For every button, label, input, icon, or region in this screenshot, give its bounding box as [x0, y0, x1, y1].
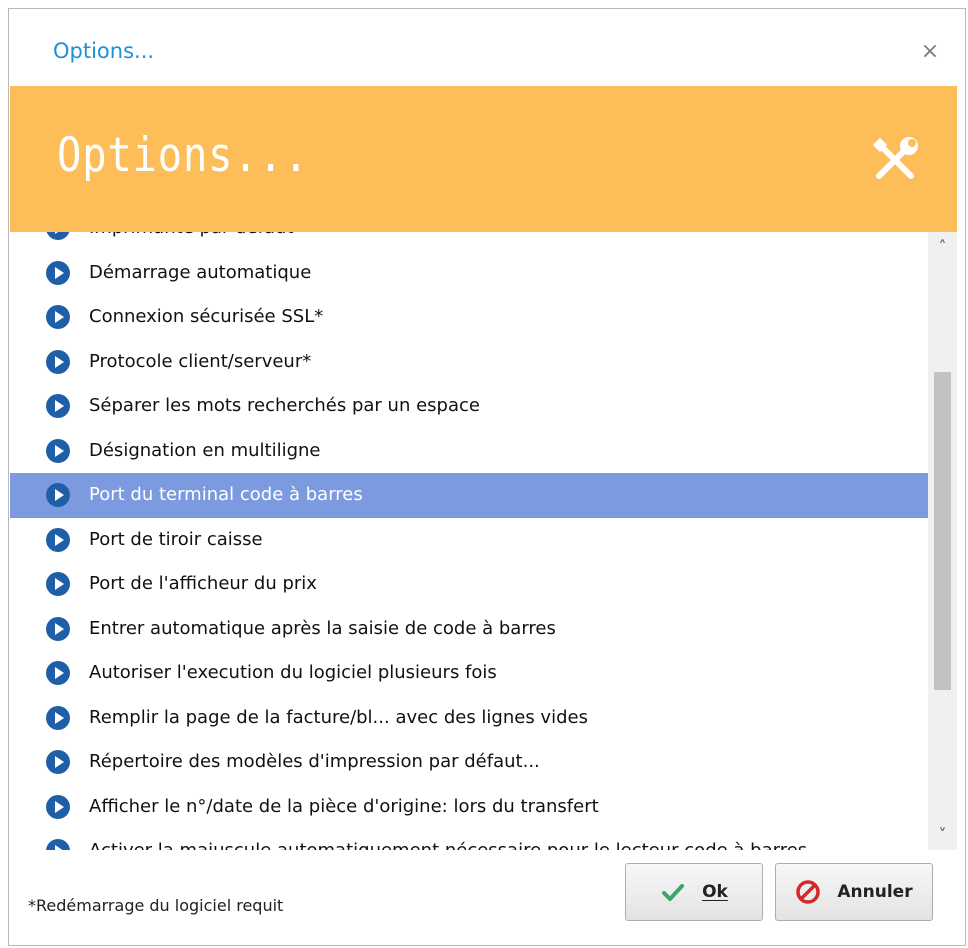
check-icon: [662, 884, 685, 901]
list-item[interactable]: Port de l'afficheur du prix: [10, 562, 928, 607]
list-item[interactable]: Imprimante par défaut: [10, 232, 928, 251]
list-item-label: Autoriser l'execution du logiciel plusie…: [89, 662, 497, 683]
list-item[interactable]: Séparer les mots recherchés par un espac…: [10, 384, 928, 429]
list-item[interactable]: Autoriser l'execution du logiciel plusie…: [10, 651, 928, 696]
list-item-label: Afficher le n°/date de la pièce d'origin…: [89, 795, 599, 817]
play-circle-icon: [46, 572, 70, 596]
list-item[interactable]: Afficher le n°/date de la pièce d'origin…: [10, 785, 928, 830]
title-bar: Options... ×: [9, 9, 965, 95]
list-item[interactable]: Protocole client/serveur*: [10, 340, 928, 385]
list-item[interactable]: Démarrage automatique: [10, 251, 928, 296]
list-item[interactable]: Entrer automatique après la saisie de co…: [10, 607, 928, 652]
list-item[interactable]: Activer la majuscule automatiquement néc…: [10, 829, 928, 850]
play-circle-icon: [46, 705, 70, 730]
play-circle-icon: [46, 794, 70, 819]
options-list[interactable]: Imprimante par défaut Démarrage automatiq…: [10, 232, 957, 850]
options-list-items: Imprimante par défaut Démarrage automatiq…: [10, 232, 928, 850]
list-item-label: Imprimante par défaut: [89, 232, 293, 238]
vertical-scrollbar[interactable]: ˄ ˅: [928, 232, 957, 850]
cancel-button-label: Annuler: [837, 882, 913, 902]
play-circle-icon: [46, 438, 70, 463]
play-circle-icon: [46, 750, 70, 774]
list-item-label: Port de l'afficheur du prix: [89, 573, 317, 594]
list-item-label: Protocole client/serveur*: [89, 350, 312, 372]
list-item[interactable]: Désignation en multiligne: [10, 429, 928, 474]
list-item-label: Port de tiroir caisse: [89, 528, 263, 550]
scroll-up-button[interactable]: ˄: [928, 232, 957, 262]
list-item-label: Remplir la page de la facture/bl... avec…: [89, 706, 588, 728]
list-item[interactable]: Répertoire des modèles d'impression par …: [10, 740, 928, 785]
tools-icon: [872, 137, 918, 179]
cancel-button[interactable]: Annuler: [775, 863, 933, 921]
play-circle-icon: [46, 616, 70, 641]
close-button[interactable]: ×: [917, 39, 943, 65]
prohibited-icon: [796, 880, 821, 904]
restart-note: *Redémarrage du logiciel requit: [28, 896, 284, 915]
list-item-label: Répertoire des modèles d'impression par …: [89, 751, 540, 772]
options-banner: Options...: [10, 86, 957, 232]
play-circle-icon: [46, 349, 70, 374]
banner-title: Options...: [57, 128, 309, 183]
list-item-label: Démarrage automatique: [89, 261, 312, 283]
play-circle-icon: [46, 394, 70, 418]
list-item-label: Connexion sécurisée SSL*: [89, 306, 324, 327]
play-circle-icon: [46, 260, 70, 285]
play-circle-icon: [46, 661, 70, 685]
scroll-down-button[interactable]: ˅: [928, 820, 957, 850]
window-title: Options...: [53, 39, 155, 63]
play-circle-icon: [46, 839, 70, 850]
play-circle-icon: [46, 483, 70, 507]
list-item[interactable]: Port de tiroir caisse: [10, 518, 928, 563]
play-circle-icon: [46, 527, 70, 552]
scroll-thumb[interactable]: [934, 372, 951, 690]
list-item-label: Séparer les mots recherchés par un espac…: [89, 395, 480, 416]
ok-button-label: Ok: [702, 882, 728, 902]
list-item-label: Désignation en multiligne: [89, 439, 321, 461]
list-item[interactable]: Connexion sécurisée SSL*: [10, 295, 928, 340]
play-circle-icon: [46, 232, 70, 240]
list-item-label: Entrer automatique après la saisie de co…: [89, 617, 556, 639]
ok-button[interactable]: Ok: [625, 863, 763, 921]
list-item-label: Port du terminal code à barres: [89, 484, 363, 505]
list-item[interactable]: Remplir la page de la facture/bl... avec…: [10, 696, 928, 741]
play-circle-icon: [46, 305, 70, 329]
list-item-label: Activer la majuscule automatiquement néc…: [89, 840, 807, 850]
list-item[interactable]: Port du terminal code à barres: [10, 473, 928, 518]
